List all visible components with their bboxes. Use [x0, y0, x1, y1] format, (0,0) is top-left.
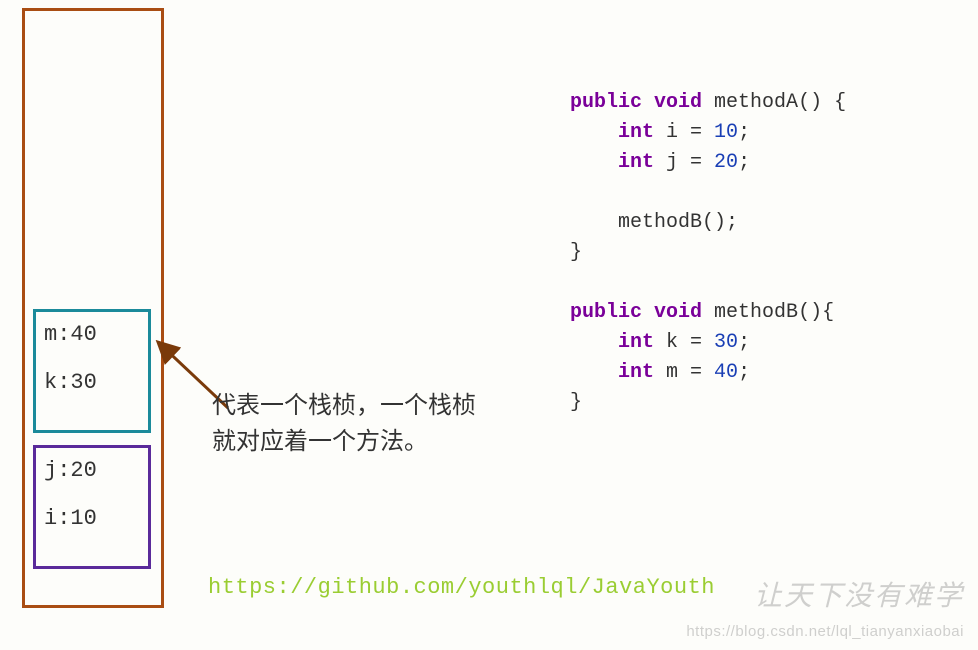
stack-frame-methodA: j:20 i:10: [33, 445, 151, 569]
stack-var-i: i:10: [44, 506, 140, 532]
stack-frame-methodB: m:40 k:30: [33, 309, 151, 433]
watermark-text: 让天下没有难学: [754, 574, 964, 614]
stack-var-j: j:20: [44, 458, 140, 484]
code-methodA-j: int j = 20;: [570, 148, 846, 178]
stack-var-k: k:30: [44, 370, 140, 396]
code-methodA-sig: public void methodA() {: [570, 88, 846, 118]
code-methodA-i: int i = 10;: [570, 118, 846, 148]
code-methodA-close: }: [570, 238, 846, 268]
stack-container: m:40 k:30 j:20 i:10: [22, 8, 164, 608]
annotation-line1: 代表一个栈桢，一个栈桢: [212, 388, 476, 424]
annotation-text: 代表一个栈桢，一个栈桢 就对应着一个方法。: [212, 388, 476, 460]
code-methodB-m: int m = 40;: [570, 358, 846, 388]
code-blank: [570, 178, 846, 208]
watermark-url: https://blog.csdn.net/lql_tianyanxiaobai: [686, 623, 964, 640]
code-methodB-close: }: [570, 388, 846, 418]
code-methodB-sig: public void methodB(){: [570, 298, 846, 328]
code-block: public void methodA() { int i = 10; int …: [570, 88, 846, 418]
stack-var-m: m:40: [44, 322, 140, 348]
code-methodB-k: int k = 30;: [570, 328, 846, 358]
code-blank2: [570, 268, 846, 298]
annotation-line2: 就对应着一个方法。: [212, 424, 476, 460]
github-url: https://github.com/youthlql/JavaYouth: [208, 575, 715, 600]
code-methodA-call: methodB();: [570, 208, 846, 238]
